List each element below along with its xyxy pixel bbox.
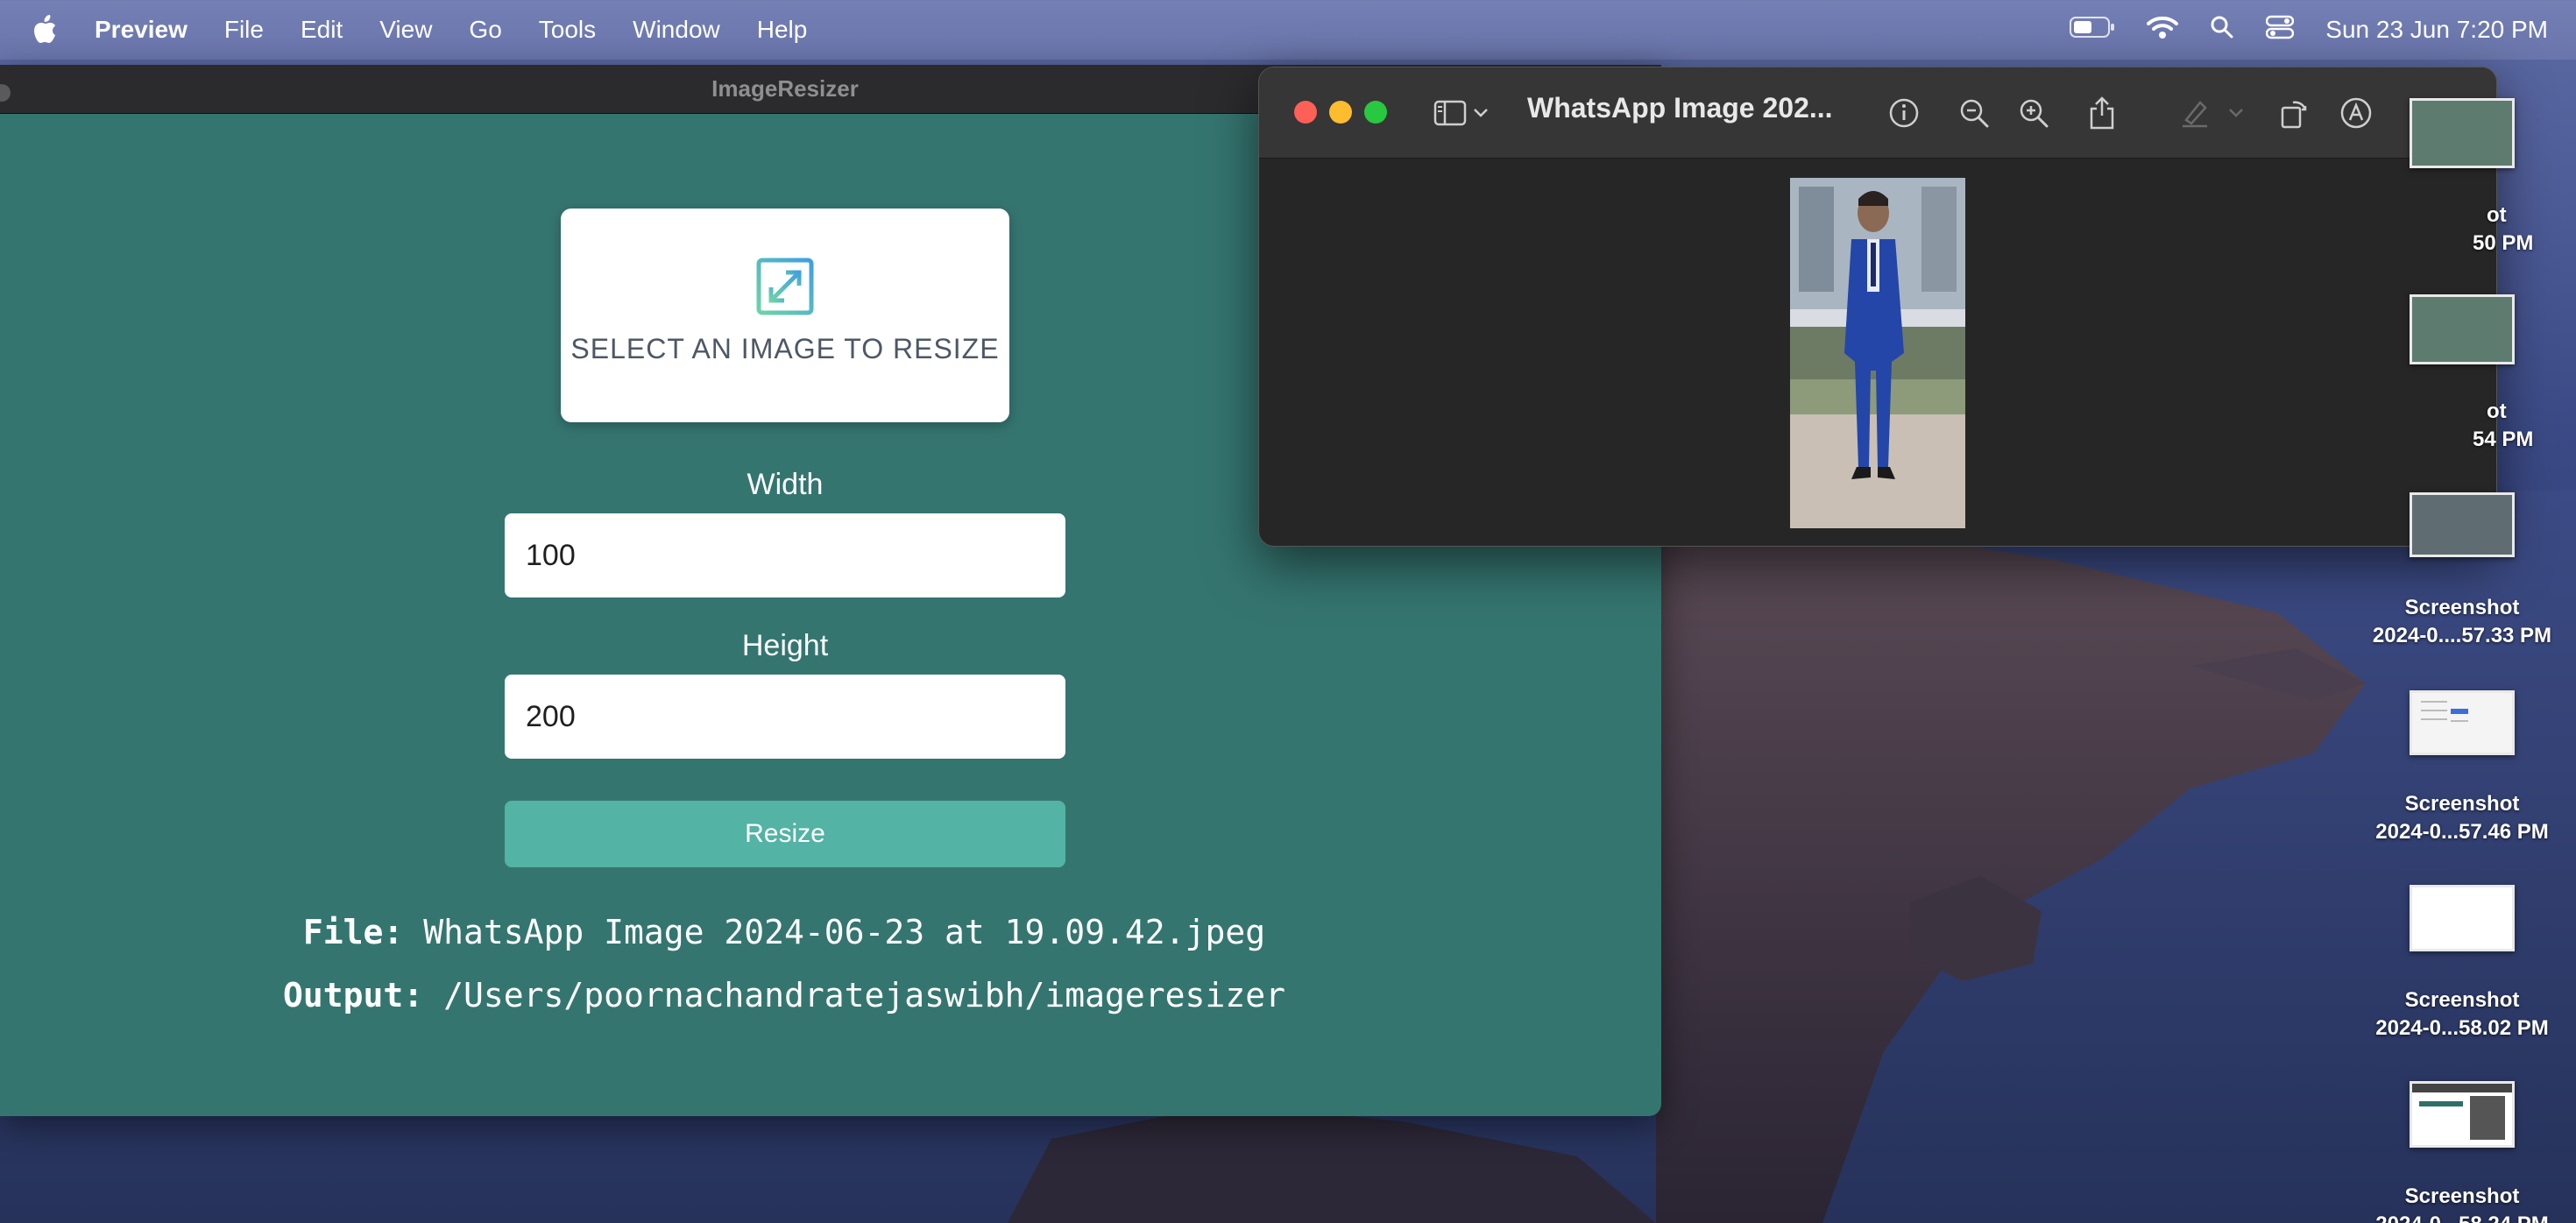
output-key: Output: [283, 976, 424, 1014]
spotlight-search-icon[interactable] [2210, 15, 2234, 46]
desktop-file-date: 2024-0....57.33 PM [2372, 624, 2552, 647]
menu-bar: Preview File Edit View Go Tools Window H… [0, 0, 2576, 60]
battery-icon[interactable] [2070, 16, 2115, 45]
desktop-thumb[interactable] [2410, 492, 2515, 557]
width-label: Width [747, 468, 824, 501]
desktop-thumb[interactable] [2410, 98, 2515, 168]
minimize-window-button[interactable] [1329, 101, 1352, 124]
select-image-button[interactable]: SELECT AN IMAGE TO RESIZE [561, 209, 1009, 422]
height-input[interactable] [505, 675, 1065, 759]
file-key: File: [302, 913, 404, 951]
control-center-icon[interactable] [2266, 15, 2295, 46]
thumb-preview [2421, 701, 2468, 722]
desktop-label-partial: ot [2487, 203, 2507, 227]
resize-button[interactable]: Resize [505, 801, 1065, 867]
zoom-window-button[interactable] [1364, 101, 1387, 124]
desktop-file-date: 2024-0...58.02 PM [2375, 1016, 2549, 1040]
expand-arrows-icon [756, 258, 814, 315]
share-icon[interactable] [2083, 94, 2121, 132]
markup-icon[interactable] [2337, 94, 2375, 132]
menu-go[interactable]: Go [469, 16, 501, 44]
close-window-button[interactable] [1294, 101, 1317, 124]
desktop-file-date: 2024-0...58.24 PM [2357, 1211, 2567, 1223]
preview-window: WhatsApp Image 202... [1258, 67, 2497, 547]
desktop-file-name: Screenshot [2404, 596, 2520, 619]
desktop-file-screenshot[interactable]: Screenshot 2024-0...58.24 PM [2357, 1183, 2567, 1223]
preview-toolbar[interactable]: WhatsApp Image 202... [1259, 67, 2496, 159]
apple-menu-icon[interactable] [32, 12, 61, 47]
desktop-file-name: Screenshot [2404, 792, 2520, 816]
sidebar-toggle-icon[interactable] [1431, 94, 1469, 132]
desktop-file-name: Screenshot [2404, 988, 2520, 1012]
desktop-thumb[interactable] [2410, 690, 2515, 755]
window-control-icon[interactable] [0, 84, 11, 102]
desktop-thumb[interactable] [2410, 294, 2515, 364]
desktop-file-screenshot[interactable]: Screenshot 2024-0...58.02 PM [2357, 986, 2567, 1043]
window-title: ImageResizer [711, 75, 859, 102]
zoom-out-icon[interactable] [1955, 94, 1993, 132]
desktop-label-partial: 54 PM [2473, 428, 2534, 451]
menu-window[interactable]: Window [633, 16, 720, 44]
info-icon[interactable] [1885, 94, 1923, 132]
file-info: File: WhatsApp Image 2024-06-23 at 19.09… [0, 913, 1568, 951]
desktop-file-date: 2024-0...57.46 PM [2375, 820, 2549, 844]
height-label: Height [741, 629, 829, 662]
rotate-icon[interactable] [2275, 94, 2314, 132]
chevron-down-icon[interactable] [1469, 94, 1492, 132]
preview-image[interactable] [1790, 178, 1965, 528]
menu-view[interactable]: View [379, 16, 432, 44]
width-input[interactable] [505, 513, 1065, 597]
menu-clock[interactable]: Sun 23 Jun 7:20 PM [2325, 16, 2548, 44]
menu-help[interactable]: Help [757, 16, 808, 44]
menu-edit[interactable]: Edit [301, 16, 343, 44]
thumb-preview [2412, 1084, 2512, 1140]
desktop-thumb[interactable] [2410, 1081, 2515, 1148]
menu-tools[interactable]: Tools [539, 16, 596, 44]
menu-file[interactable]: File [224, 16, 264, 44]
desktop-label-partial: ot [2487, 399, 2507, 423]
desktop-thumb[interactable] [2410, 885, 2515, 951]
highlight-pen-icon[interactable] [2176, 94, 2214, 132]
desktop-file-screenshot[interactable]: Screenshot 2024-0....57.33 PM [2357, 594, 2567, 650]
wifi-icon[interactable] [2147, 15, 2179, 46]
highlight-chevron-icon[interactable] [2225, 94, 2247, 132]
desktop-file-name: Screenshot [2404, 1184, 2520, 1208]
zoom-in-icon[interactable] [2014, 94, 2053, 132]
desktop-label-partial: 50 PM [2473, 231, 2534, 255]
preview-document-title: WhatsApp Image 202... [1527, 92, 1833, 124]
output-value: /Users/poornachandratejaswibh/imageresiz… [443, 976, 1285, 1014]
app-menu-preview[interactable]: Preview [95, 16, 188, 44]
file-value: WhatsApp Image 2024-06-23 at 19.09.42.jp… [423, 913, 1266, 951]
select-image-label: SELECT AN IMAGE TO RESIZE [570, 333, 1000, 364]
desktop-file-screenshot[interactable]: Screenshot 2024-0...57.46 PM [2357, 790, 2567, 846]
output-info: Output: /Users/poornachandratejaswibh/im… [0, 976, 1568, 1014]
